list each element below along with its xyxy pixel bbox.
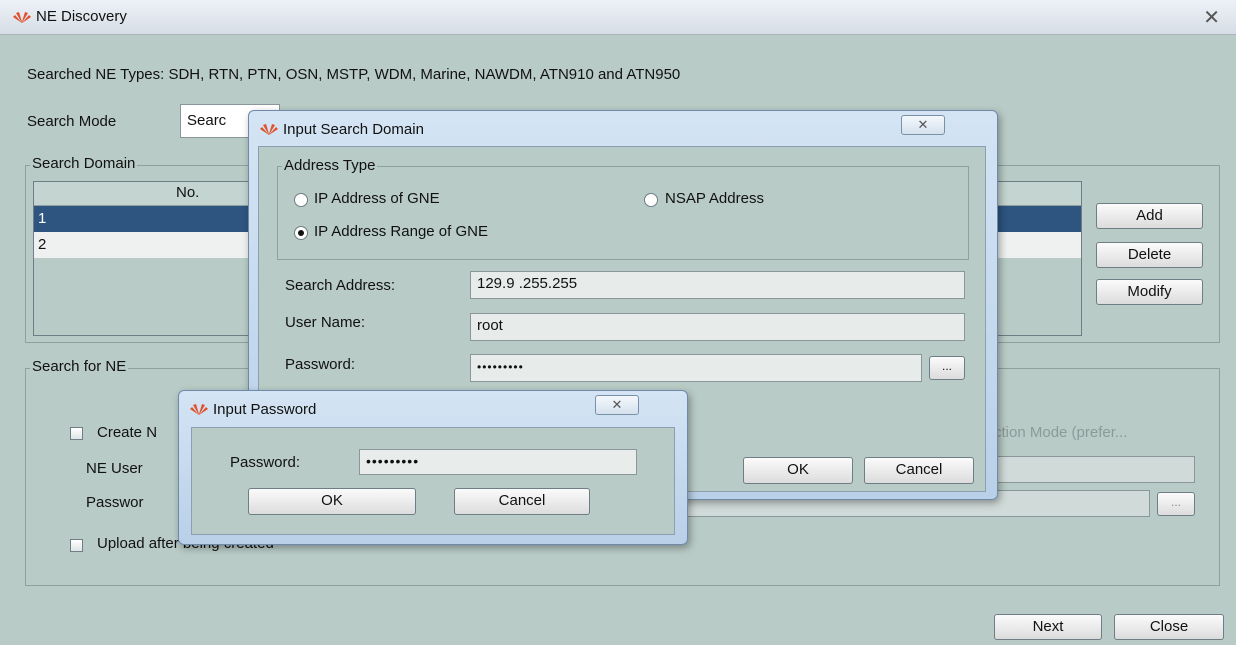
window-titlebar: NE Discovery ✕: [0, 0, 1236, 35]
search-address-label: Search Address:: [285, 277, 396, 294]
column-header-no: No.: [176, 184, 200, 201]
add-button[interactable]: Add: [1096, 203, 1203, 229]
ne-password-ellipsis-button[interactable]: ...: [1157, 492, 1195, 516]
password-field[interactable]: •••••••••: [470, 354, 922, 382]
user-name-label: User Name:: [285, 314, 366, 331]
modify-button[interactable]: Modify: [1096, 279, 1203, 305]
close-button[interactable]: Close: [1114, 614, 1224, 640]
password-dialog-ok-button[interactable]: OK: [248, 488, 416, 515]
input-password-dialog: Input Password ✕ Password: ••••••••• OK …: [178, 390, 688, 545]
search-domain-label: Search Domain: [30, 155, 138, 172]
next-button[interactable]: Next: [994, 614, 1102, 640]
search-address-field[interactable]: 129.9 .255.255: [470, 271, 965, 299]
table-cell-no: 2: [38, 236, 47, 253]
search-mode-label: Search Mode: [27, 113, 117, 130]
password-dialog-title: Input Password: [213, 401, 317, 418]
password-dialog-close-icon[interactable]: ✕: [595, 395, 639, 415]
huawei-logo-icon: [190, 404, 208, 415]
search-for-ne-label: Search for NE: [30, 358, 129, 375]
dialog-ok-button[interactable]: OK: [743, 457, 853, 484]
searched-ne-types: Searched NE Types: SDH, RTN, PTN, OSN, M…: [27, 66, 681, 83]
password-dialog-label: Password:: [230, 454, 301, 471]
address-type-label: Address Type: [282, 157, 378, 174]
window-title: NE Discovery: [36, 8, 127, 25]
password-dialog-body: Password: ••••••••• OK Cancel: [191, 427, 675, 535]
password-dialog-cancel-button[interactable]: Cancel: [454, 488, 590, 515]
radio-ip-address-range-label: IP Address Range of GNE: [314, 223, 488, 240]
huawei-logo-icon: [260, 124, 278, 135]
table-cell-no: 1: [38, 210, 47, 227]
window-close-icon[interactable]: ✕: [1203, 5, 1220, 30]
upload-after-create-checkbox[interactable]: [70, 539, 83, 552]
dialog-close-icon[interactable]: ✕: [901, 115, 945, 135]
radio-nsap-address[interactable]: [644, 193, 658, 207]
create-ne-label: Create N: [97, 424, 158, 441]
radio-nsap-address-label: NSAP Address: [665, 190, 764, 207]
user-name-field[interactable]: root: [470, 313, 965, 341]
radio-ip-address-gne-label: IP Address of GNE: [314, 190, 440, 207]
password-dialog-field[interactable]: •••••••••: [359, 449, 637, 475]
dialog-cancel-button[interactable]: Cancel: [864, 457, 974, 484]
huawei-logo-icon: [13, 12, 31, 23]
connection-mode-text: ction Mode (prefer...: [994, 424, 1128, 441]
dialog-title: Input Search Domain: [283, 121, 424, 138]
delete-button[interactable]: Delete: [1096, 242, 1203, 268]
password-label: Passwor: [86, 494, 144, 511]
ne-user-field[interactable]: [995, 456, 1195, 483]
create-ne-checkbox[interactable]: [70, 427, 83, 440]
ne-user-label: NE User: [86, 460, 143, 477]
password-label: Password:: [285, 356, 356, 373]
address-type-group: [277, 166, 969, 260]
radio-ip-address-gne[interactable]: [294, 193, 308, 207]
password-ellipsis-button[interactable]: ...: [929, 356, 965, 380]
radio-ip-address-range[interactable]: [294, 226, 308, 240]
